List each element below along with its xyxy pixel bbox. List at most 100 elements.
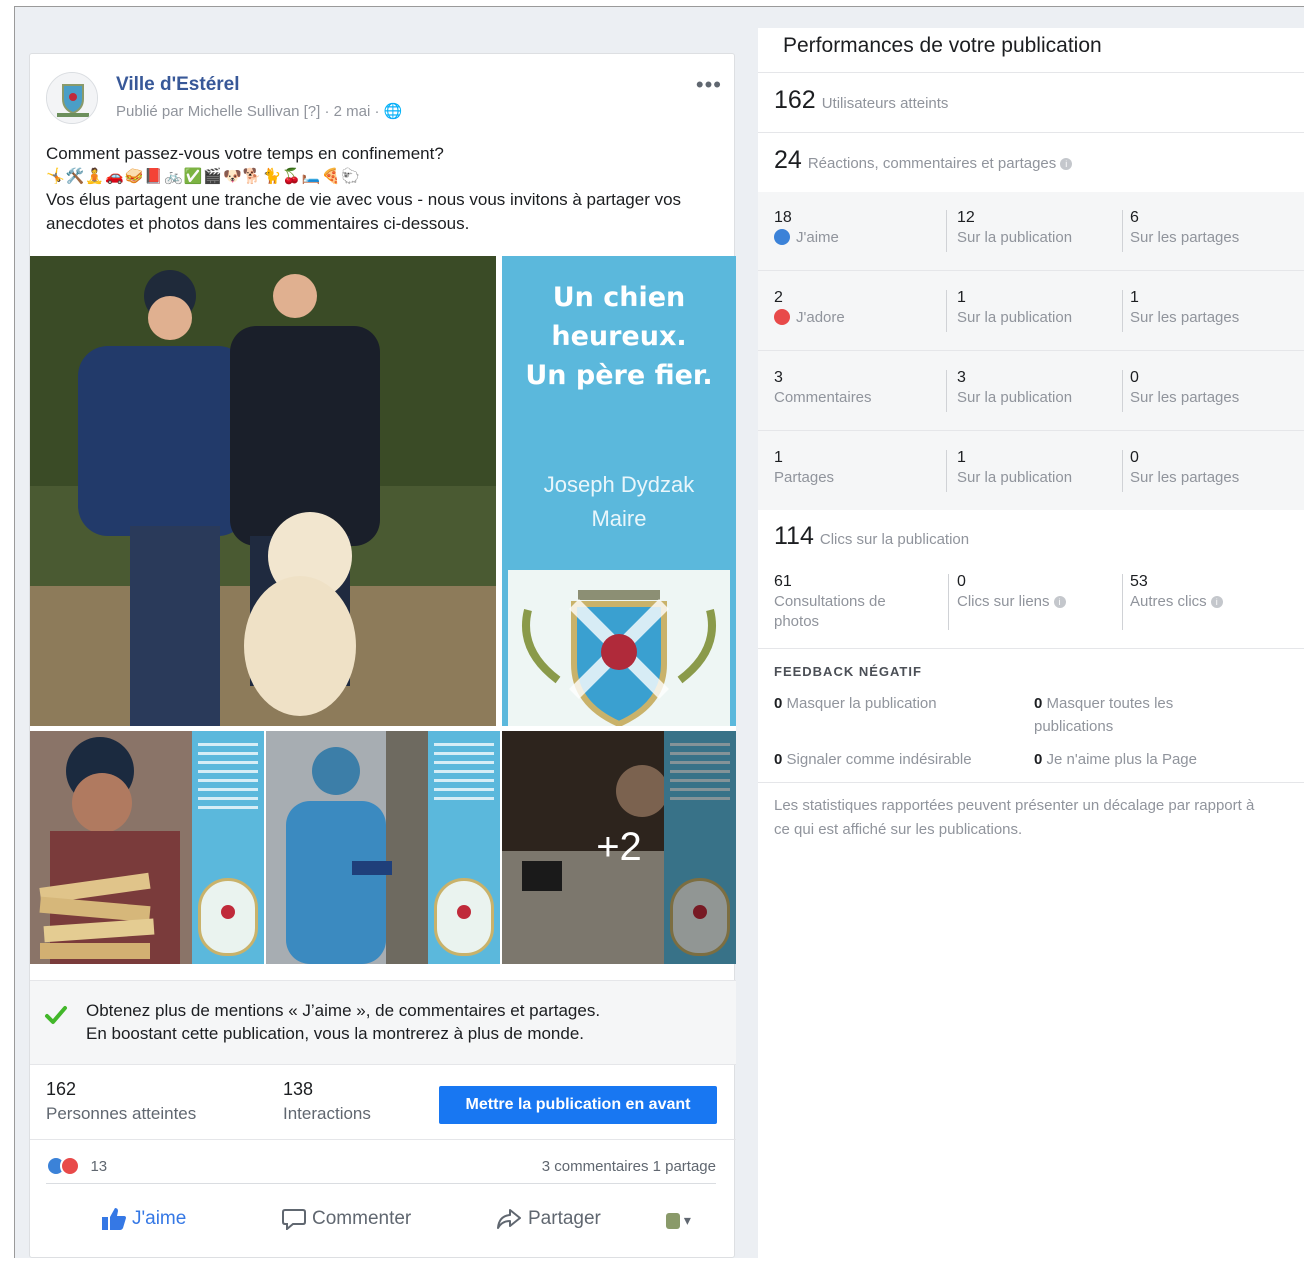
- town-crest-icon: [508, 570, 730, 726]
- metric-on-post-value: 3: [957, 369, 966, 386]
- metric-on-shares-label: Sur les partages: [1130, 389, 1240, 406]
- divider: [946, 210, 947, 252]
- love-reaction-icon: [60, 1156, 80, 1176]
- photo-views-value: 61: [774, 573, 792, 590]
- stat-interactions-value: 138: [283, 1079, 314, 1099]
- comments-shares-link[interactable]: 3 commentaires 1 partage: [542, 1158, 716, 1175]
- boost-subtitle: En boostant cette publication, vous la m…: [86, 1024, 585, 1043]
- photo-more[interactable]: +2: [502, 731, 736, 964]
- like-button[interactable]: J'aime: [102, 1208, 186, 1230]
- photo-mayor-dog[interactable]: [30, 256, 496, 726]
- photo-doctor[interactable]: [266, 731, 500, 964]
- negative-feedback-title: FEEDBACK NÉGATIF: [774, 664, 922, 679]
- metric-total-value: 18: [774, 209, 792, 226]
- photo-books[interactable]: [30, 731, 264, 964]
- strip-text-lines: [198, 743, 258, 815]
- info-icon[interactable]: i: [1053, 596, 1066, 608]
- post-stats-bar: 162 Personnes atteintes 138 Interactions…: [30, 1064, 736, 1140]
- divider: [1122, 210, 1123, 252]
- unlike-label: Je n'aime plus la Page: [1046, 751, 1197, 768]
- metric-total-value: 2: [774, 289, 783, 306]
- more-options-icon[interactable]: •••: [696, 72, 722, 98]
- clicks-summary: 114 Clics sur la publication: [774, 522, 969, 551]
- metric-on-shares-value: 0: [1130, 449, 1139, 466]
- post-text-line1: Comment passez-vous votre temps en confi…: [46, 144, 444, 163]
- unlike-count: 0: [1034, 751, 1043, 768]
- clicks-label: Clics sur la publication: [819, 531, 970, 548]
- clicks-count: 114: [774, 522, 814, 550]
- metric-row-likes: 18 J'aime 12 Sur la publication 6 Sur les p…: [758, 192, 1304, 271]
- other-clicks-metric: 53 Autres clics i: [1130, 572, 1223, 612]
- stat-interactions: 138 Interactions: [283, 1079, 371, 1124]
- link-clicks-metric: 0 Clics sur liens i: [957, 572, 1066, 612]
- info-icon[interactable]: i: [1210, 596, 1223, 608]
- metric-on-post-value: 1: [957, 289, 966, 306]
- metric-on-post-value: 1: [957, 449, 966, 466]
- metric-total-value: 1: [774, 449, 783, 466]
- hide-post-label: Masquer la publication: [786, 695, 937, 712]
- share-arrow-icon: [497, 1209, 521, 1229]
- metric-on-post: 1 Sur la publication: [957, 448, 1072, 488]
- strip-text-lines: [434, 743, 494, 806]
- info-icon[interactable]: i: [1060, 158, 1073, 170]
- metric-total: 18 J'aime: [774, 208, 839, 248]
- photo-poster[interactable]: Un chien heureux. Un père fier. Joseph D…: [502, 256, 736, 726]
- mini-crest-icon: [198, 878, 258, 956]
- page-mini-avatar-icon: [666, 1213, 680, 1230]
- boost-post-button[interactable]: Mettre la publication en avant: [439, 1086, 717, 1124]
- poster-title: Un chien heureux. Un père fier.: [502, 278, 736, 395]
- boost-title: Obtenez plus de mentions « J’aime », de …: [86, 1001, 601, 1020]
- divider: [948, 574, 949, 630]
- metric-total-value: 3: [774, 369, 783, 386]
- divider: [1122, 290, 1123, 332]
- hide-all-label-1: Masquer toutes les: [1046, 695, 1174, 712]
- post-as-selector[interactable]: ▾: [666, 1212, 691, 1230]
- comment-button-label: Commenter: [312, 1208, 412, 1230]
- divider: [946, 450, 947, 492]
- unlike-feedback: 0 Je n'aime plus la Page: [1034, 748, 1197, 771]
- divider: [758, 782, 1304, 783]
- reaction-icons[interactable]: 13: [46, 1156, 107, 1176]
- photo-doctor-image: [266, 731, 428, 964]
- comment-icon: [282, 1209, 306, 1230]
- crest-logo-icon: [47, 73, 97, 123]
- poster-strip: [192, 731, 264, 964]
- poster-strip: [428, 731, 500, 964]
- mini-crest-icon: [434, 878, 494, 956]
- post-actions: J'aime Commenter Partager ▾: [30, 1196, 736, 1248]
- poster-crest: [508, 570, 730, 726]
- metric-label: J'aime: [796, 229, 839, 246]
- stat-reach-label: Personnes atteintes: [46, 1104, 197, 1123]
- photo-books-image: [30, 731, 192, 964]
- metric-on-shares: 1 Sur les partages: [1130, 288, 1239, 328]
- metric-on-post: 12 Sur la publication: [957, 208, 1072, 248]
- reaction-count: 13: [90, 1157, 108, 1175]
- metric-row-shares: 1 Partages 1 Sur la publication 0 Sur les p…: [758, 432, 1304, 511]
- reactions-summary: 24 Réactions, commentaires et partages i: [774, 146, 1073, 175]
- post-card: Ville d'Estérel Publié par Michelle Sull…: [29, 53, 736, 1258]
- stat-interactions-label: Interactions: [283, 1104, 371, 1123]
- comment-button[interactable]: Commenter: [282, 1208, 411, 1230]
- poster-name-line: Joseph Dydzak: [543, 472, 695, 497]
- metric-label: Commentaires: [774, 389, 872, 406]
- metric-on-post-label: Sur la publication: [957, 309, 1073, 326]
- post-meta-text: Publié par Michelle Sullivan [?] · 2 mai…: [116, 103, 384, 120]
- reactions-count: 24: [774, 146, 802, 174]
- metric-on-shares: 0 Sur les partages: [1130, 368, 1239, 408]
- photo-mayor-dog-image: [30, 256, 496, 726]
- metric-on-shares-value: 1: [1130, 289, 1139, 306]
- chevron-down-icon: ▾: [683, 1212, 691, 1228]
- metric-total: 3 Commentaires: [774, 368, 872, 408]
- metric-on-shares-label: Sur les partages: [1130, 229, 1240, 246]
- page-avatar[interactable]: [46, 72, 98, 124]
- more-photos-overlay[interactable]: +2: [502, 731, 736, 964]
- poster-title-line: Un chien: [552, 282, 686, 313]
- love-reaction-icon: [774, 309, 790, 325]
- metric-on-shares-label: Sur les partages: [1130, 469, 1240, 486]
- page-name-link[interactable]: Ville d'Estérel: [116, 74, 240, 96]
- metric-on-shares: 6 Sur les partages: [1130, 208, 1239, 248]
- metric-total: 1 Partages: [774, 448, 834, 488]
- reaction-summary: 13 3 commentaires 1 partage: [46, 1154, 716, 1184]
- metric-on-shares: 0 Sur les partages: [1130, 448, 1239, 488]
- share-button[interactable]: Partager: [496, 1208, 601, 1230]
